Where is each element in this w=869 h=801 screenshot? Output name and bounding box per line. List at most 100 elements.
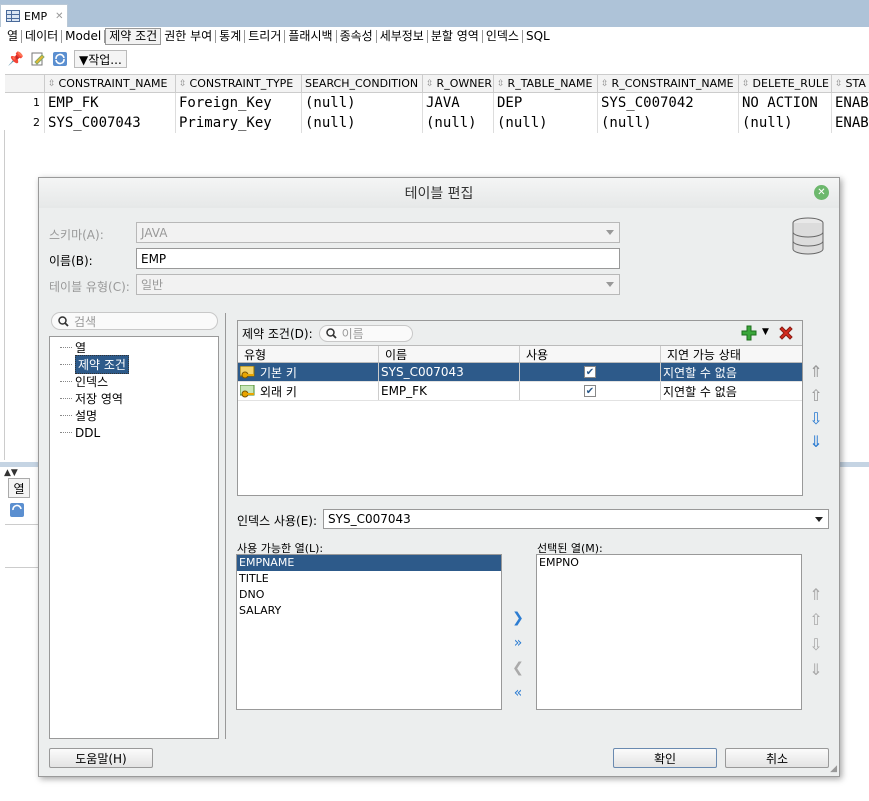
- subtab-data[interactable]: 데이터: [22, 30, 63, 43]
- subtab-flashback[interactable]: 플래시백: [285, 30, 337, 43]
- grid-cell[interactable]: (null): [494, 113, 598, 133]
- grid-cell[interactable]: DEP: [494, 93, 598, 113]
- enabled-checkbox[interactable]: ✔: [584, 385, 596, 397]
- grid-cell[interactable]: (null): [302, 113, 423, 133]
- tree-item-columns[interactable]: 열: [50, 339, 218, 356]
- refresh-icon[interactable]: [52, 51, 68, 67]
- constraint-row[interactable]: 외래 키 EMP_FK ✔ 지연할 수 없음: [238, 382, 802, 401]
- grid-col-header[interactable]: ⇳ R_OWNER: [423, 75, 494, 92]
- grid-cell[interactable]: (null): [598, 113, 739, 133]
- move-all-left-icon[interactable]: «: [509, 684, 527, 702]
- grid-col-header[interactable]: ⇳ R_TABLE_NAME: [494, 75, 598, 92]
- grid-col-header[interactable]: SEARCH_CONDITION: [302, 75, 423, 92]
- grid-cell[interactable]: Foreign_Key: [176, 93, 302, 113]
- move-right-icon[interactable]: ❯: [509, 609, 527, 627]
- tree-item-constraints[interactable]: 제약 조건: [50, 355, 218, 374]
- refresh-icon-lower[interactable]: [9, 502, 25, 521]
- enabled-checkbox[interactable]: ✔: [584, 366, 596, 378]
- table-name-value: EMP: [141, 251, 167, 266]
- grid-cell[interactable]: Primary_Key: [176, 113, 302, 133]
- close-icon[interactable]: ✕: [55, 11, 63, 22]
- subtab-sql[interactable]: SQL: [523, 30, 553, 43]
- constraint-search-input[interactable]: 이름: [318, 324, 413, 342]
- help-button-label: 도움말(H): [75, 751, 127, 766]
- list-item[interactable]: EMPNO: [537, 555, 801, 571]
- subtab-columns[interactable]: 열: [4, 30, 23, 43]
- tree-item-label: 설명: [75, 409, 98, 423]
- subtab-dependencies[interactable]: 종속성: [337, 30, 377, 43]
- subtab-grants[interactable]: 권한 부여: [161, 30, 217, 43]
- subtab-triggers[interactable]: 트리거: [245, 30, 286, 43]
- move-all-right-icon[interactable]: »: [509, 634, 527, 652]
- foreign-key-icon: [239, 384, 255, 398]
- move-bottom-icon[interactable]: ⇓: [807, 432, 825, 451]
- search-icon: [58, 315, 69, 327]
- grid-col-header[interactable]: ⇳ CONSTRAINT_NAME: [45, 75, 176, 92]
- grid-cell[interactable]: (null): [423, 113, 494, 133]
- subtab-statistics[interactable]: 통계: [216, 30, 246, 43]
- move-down-icon[interactable]: ⇩: [807, 409, 825, 428]
- tree-item-comment[interactable]: 설명: [50, 407, 218, 424]
- subtab-model[interactable]: Model: [62, 30, 106, 43]
- index-select[interactable]: SYS_C007043: [323, 509, 829, 529]
- tab-emp[interactable]: EMP ✕: [0, 4, 68, 27]
- constraints-grid-body: 유형 이름 사용 지연 가능 상태 기본 키 SYS_C007043 ✔ 지연할…: [238, 345, 802, 401]
- grid-cell[interactable]: SYS_C007042: [598, 93, 739, 113]
- grid-cell[interactable]: JAVA: [423, 93, 494, 113]
- grid-col-header[interactable]: ⇳ STA: [832, 75, 869, 92]
- tab-columns-lower[interactable]: 열: [8, 478, 30, 498]
- available-columns-list[interactable]: EMPNAME TITLE DNO SALARY: [236, 554, 502, 710]
- grid-cell[interactable]: EMP_FK: [45, 93, 176, 113]
- selected-columns-list[interactable]: EMPNO: [536, 554, 802, 710]
- chevron-down-icon[interactable]: ▼: [762, 327, 769, 337]
- edit-table-dialog: 테이블 편집 ✕ 스키마(A): JAVA 이름(B): EMP 테이블 유형(…: [38, 177, 840, 777]
- sort-icon: ⇳: [179, 78, 187, 89]
- subtab-partitions[interactable]: 분할 영역: [428, 30, 483, 43]
- constraints-table: 제약 조건(D): 이름 ▼ 유형 이름 사용 지연 가능 상태 기본 키 SY…: [237, 320, 803, 496]
- list-item[interactable]: DNO: [237, 587, 501, 603]
- ok-button[interactable]: 확인: [613, 748, 717, 768]
- navigator-search-input[interactable]: 검색: [51, 312, 218, 330]
- document-tab-bar: EMP ✕: [0, 0, 869, 27]
- cancel-button[interactable]: 취소: [725, 748, 829, 768]
- grid-cell[interactable]: SYS_C007043: [45, 113, 176, 133]
- tree-item-indexes[interactable]: 인덱스: [50, 373, 218, 390]
- grid-cell[interactable]: ENAB: [832, 113, 869, 133]
- list-item[interactable]: TITLE: [237, 571, 501, 587]
- grid-cell[interactable]: (null): [739, 113, 832, 133]
- pin-icon[interactable]: 📌: [8, 51, 24, 67]
- list-item[interactable]: EMPNAME: [237, 555, 501, 571]
- close-icon[interactable]: ✕: [814, 185, 829, 200]
- subtab-details[interactable]: 세부정보: [377, 30, 428, 43]
- help-button[interactable]: 도움말(H): [49, 748, 153, 768]
- search-placeholder: 검색: [74, 314, 97, 329]
- table-name-input[interactable]: EMP: [136, 248, 620, 269]
- column-header: 지연 가능 상태: [667, 347, 741, 362]
- grid-cell[interactable]: ENAB: [832, 93, 869, 113]
- grid-cell[interactable]: NO ACTION: [739, 93, 832, 113]
- constraints-header-row: 유형 이름 사용 지연 가능 상태: [238, 345, 802, 363]
- grid-col-header[interactable]: ⇳ DELETE_RULE: [739, 75, 832, 92]
- resize-grip-icon[interactable]: ◢: [830, 764, 837, 774]
- row-number: 2: [5, 113, 45, 133]
- tree-item-label: DDL: [75, 425, 101, 440]
- tree-item-storage[interactable]: 저장 영역: [50, 390, 218, 407]
- constraint-row[interactable]: 기본 키 SYS_C007043 ✔ 지연할 수 없음: [238, 363, 802, 382]
- add-constraint-button[interactable]: [741, 325, 757, 344]
- subtab-constraints[interactable]: 제약 조건: [105, 28, 162, 45]
- actions-menu-button[interactable]: ▼작업...: [74, 50, 127, 68]
- collapse-arrows-icon[interactable]: ▲▼: [4, 468, 18, 478]
- edit-icon[interactable]: [30, 51, 46, 67]
- list-item[interactable]: SALARY: [237, 603, 501, 619]
- grid-col-header[interactable]: ⇳ CONSTRAINT_TYPE: [176, 75, 302, 92]
- grid-col-header[interactable]: ⇳ R_CONSTRAINT_NAME: [598, 75, 739, 92]
- primary-key-icon: [239, 365, 255, 379]
- table-row[interactable]: 2 SYS_C007043 Primary_Key (null) (null) …: [5, 113, 869, 133]
- delete-constraint-button[interactable]: [778, 325, 794, 344]
- grid-cell[interactable]: (null): [302, 93, 423, 113]
- dialog-title-bar: 테이블 편집: [39, 178, 839, 208]
- schema-value: JAVA: [141, 225, 168, 240]
- table-row[interactable]: 1 EMP_FK Foreign_Key (null) JAVA DEP SYS…: [5, 93, 869, 113]
- subtab-indexes[interactable]: 인덱스: [483, 30, 523, 43]
- tree-item-ddl[interactable]: DDL: [50, 424, 218, 441]
